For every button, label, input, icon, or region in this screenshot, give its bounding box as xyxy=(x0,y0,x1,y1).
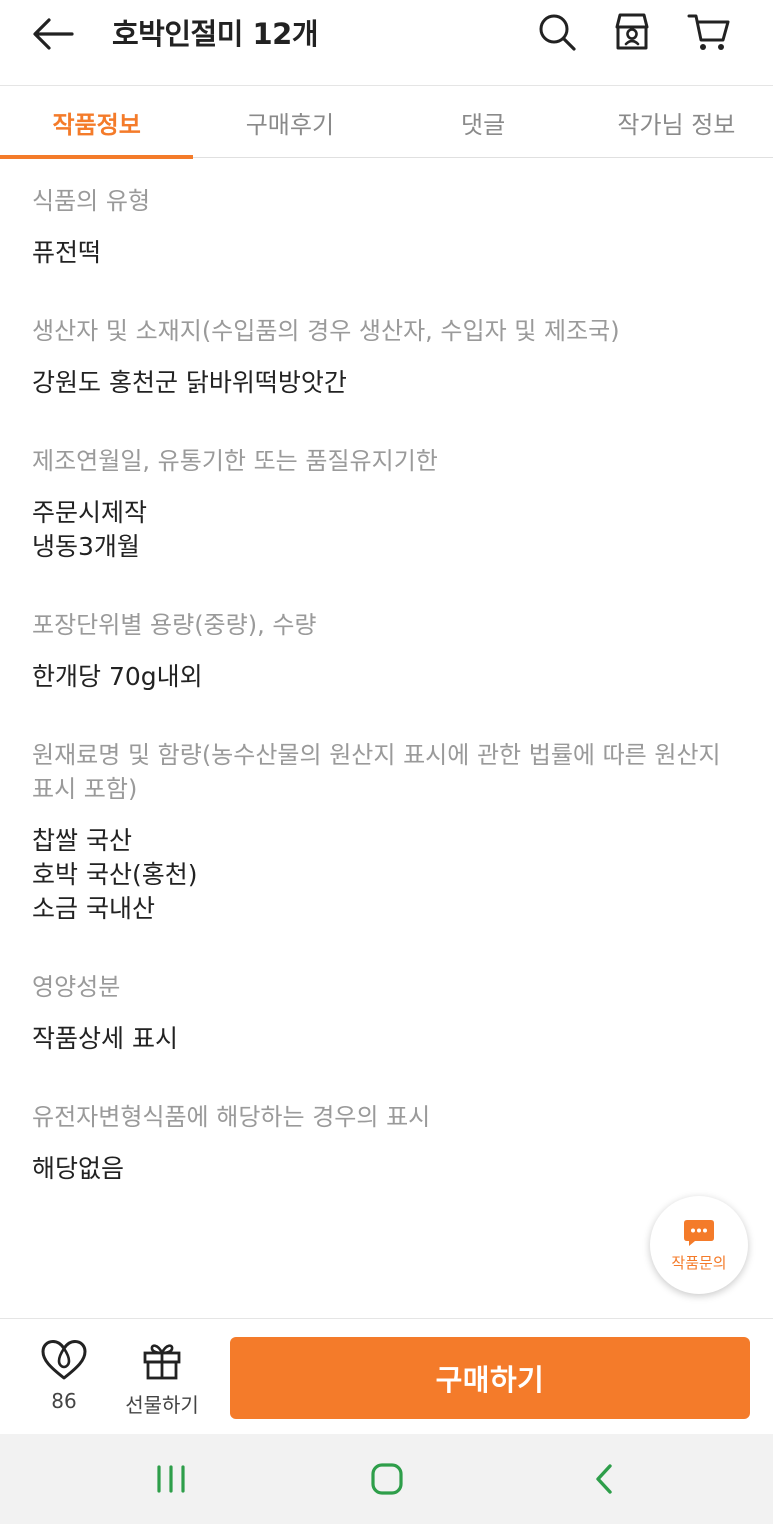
tab-artist-info[interactable]: 작가님 정보 xyxy=(580,86,773,158)
info-section-capacity: 포장단위별 용량(중량), 수량 한개당 70g내외 xyxy=(32,564,741,694)
info-value: 냉동3개월 xyxy=(32,532,140,561)
tab-reviews[interactable]: 구매후기 xyxy=(193,86,386,158)
info-value: 한개당 70g내외 xyxy=(32,662,203,691)
like-count: 86 xyxy=(51,1389,77,1413)
info-value: 소금 국내산 xyxy=(32,894,155,923)
info-value: 강원도 홍천군 닭바위떡방앗간 xyxy=(32,368,347,397)
info-label: 식품의 유형 xyxy=(32,187,151,215)
info-label: 원재료명 및 함량(농수산물의 원산지 표시에 관한 법률에 따른 원산지 표시… xyxy=(32,741,721,803)
info-section-ingredients: 원재료명 및 함량(농수산물의 원산지 표시에 관한 법률에 따른 원산지 표시… xyxy=(32,694,741,926)
info-section-producer: 생산자 및 소재지(수입품의 경우 생산자, 수입자 및 제조국) 강원도 홍천… xyxy=(32,270,741,400)
info-value: 주문시제작 xyxy=(32,498,148,527)
app-header: 호박인절미 12개 xyxy=(0,0,773,86)
cart-icon xyxy=(687,14,730,50)
product-info-content[interactable]: 식품의 유형 퓨전떡 생산자 및 소재지(수입품의 경우 생산자, 수입자 및 … xyxy=(0,158,773,1318)
system-nav-bar xyxy=(0,1434,773,1524)
info-label: 제조연월일, 유통기한 또는 품질유지기한 xyxy=(32,447,438,475)
like-button[interactable]: 86 xyxy=(24,1339,104,1419)
page-title: 호박인절미 12개 xyxy=(112,17,319,51)
info-section-food-type: 식품의 유형 퓨전떡 xyxy=(32,158,741,270)
info-label: 생산자 및 소재지(수입품의 경우 생산자, 수입자 및 제조국) xyxy=(32,317,620,345)
info-label: 포장단위별 용량(중량), 수량 xyxy=(32,611,317,639)
info-label: 유전자변형식품에 해당하는 경우의 표시 xyxy=(32,1103,431,1131)
heart-icon xyxy=(41,1340,87,1380)
info-value: 작품상세 표시 xyxy=(32,1024,178,1053)
gift-label: 선물하기 xyxy=(125,1393,199,1417)
info-section-expiry: 제조연월일, 유통기한 또는 품질유지기한 주문시제작 냉동3개월 xyxy=(32,400,741,564)
gift-button[interactable]: 선물하기 xyxy=(112,1339,212,1419)
info-section-nutrition: 영양성분 작품상세 표시 xyxy=(32,926,741,1056)
back-arrow-icon xyxy=(33,18,74,50)
product-inquiry-button[interactable]: 작품문의 xyxy=(650,1196,748,1294)
search-button[interactable] xyxy=(535,10,579,54)
search-icon xyxy=(539,14,576,51)
shop-button[interactable] xyxy=(610,10,654,54)
chat-bubble-icon xyxy=(684,1219,714,1246)
info-value: 찹쌀 국산 xyxy=(32,826,132,855)
info-value: 퓨전떡 xyxy=(32,238,102,267)
gift-icon xyxy=(143,1344,181,1380)
tab-comments[interactable]: 댓글 xyxy=(387,86,580,158)
info-label: 영양성분 xyxy=(32,973,121,1001)
info-value: 해당없음 xyxy=(32,1154,125,1183)
chevron-left-icon xyxy=(596,1464,612,1494)
info-section-gmo: 유전자변형식품에 해당하는 경우의 표시 해당없음 xyxy=(32,1056,741,1186)
tab-product-info[interactable]: 작품정보 xyxy=(0,86,194,159)
tab-bar: 작품정보 구매후기 댓글 작가님 정보 xyxy=(0,86,773,159)
cart-button[interactable] xyxy=(687,10,731,54)
recent-apps-icon xyxy=(157,1465,185,1493)
home-button[interactable] xyxy=(357,1454,417,1504)
home-icon xyxy=(371,1463,403,1495)
back-button[interactable] xyxy=(28,12,78,56)
info-value: 호박 국산(홍천) xyxy=(32,860,198,889)
recent-apps-button[interactable] xyxy=(141,1454,201,1504)
shop-icon xyxy=(615,13,649,50)
system-back-button[interactable] xyxy=(574,1454,634,1504)
inquiry-label: 작품문의 xyxy=(671,1253,727,1272)
bottom-action-bar: 86 선물하기 구매하기 xyxy=(0,1318,773,1434)
buy-button[interactable]: 구매하기 xyxy=(230,1337,750,1419)
